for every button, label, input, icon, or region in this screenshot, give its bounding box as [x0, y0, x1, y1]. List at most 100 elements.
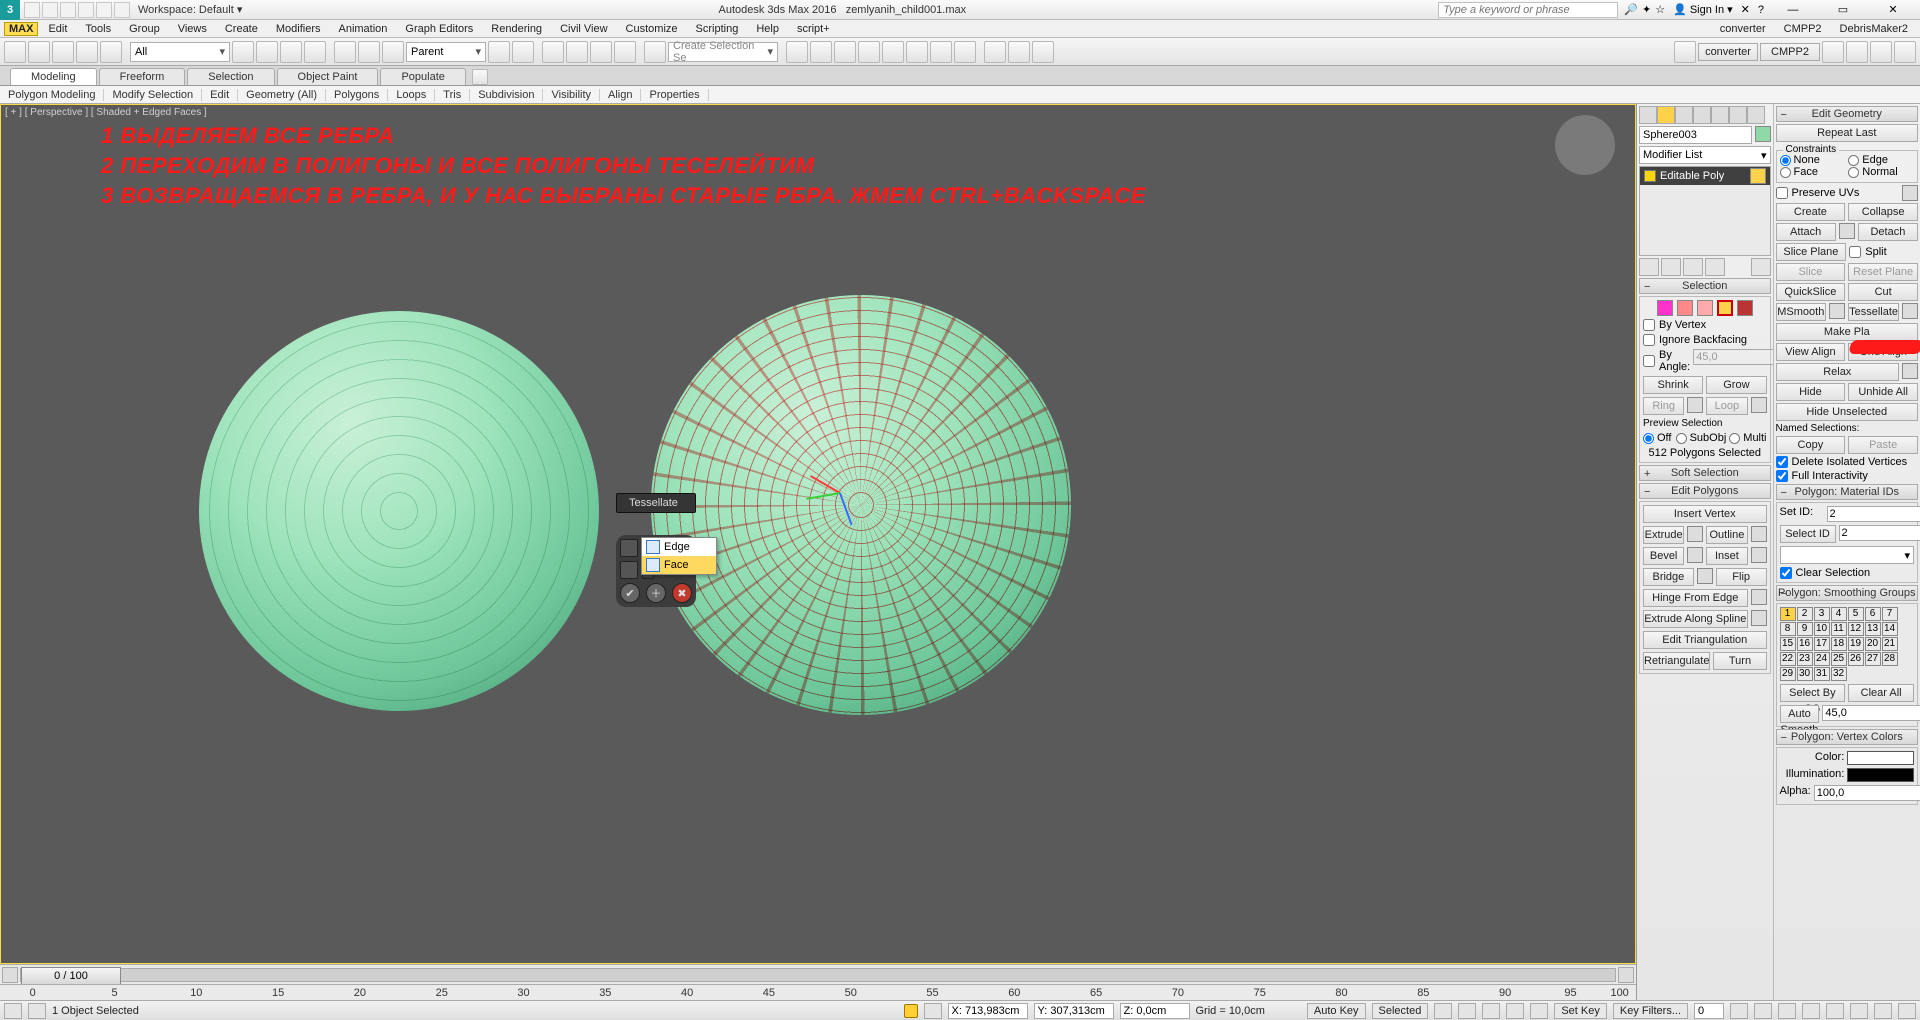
- modify-panel-tab[interactable]: [1657, 106, 1675, 124]
- select-id-button[interactable]: Select ID: [1780, 525, 1836, 543]
- warning-icon[interactable]: [904, 1004, 918, 1018]
- menu-help[interactable]: Help: [748, 23, 787, 35]
- tess-cancel-button[interactable]: ✖: [672, 583, 692, 603]
- constraint-normal-radio[interactable]: Normal: [1848, 166, 1914, 178]
- extrude-along-spline-button[interactable]: Extrude Along Spline: [1643, 610, 1748, 628]
- sg-24[interactable]: 24: [1814, 652, 1830, 666]
- subobj-vertex-icon[interactable]: [1657, 300, 1673, 316]
- panel-polygons[interactable]: Polygons: [326, 89, 388, 101]
- graphite-icon[interactable]: [882, 41, 904, 63]
- paste-named-sel-button[interactable]: Paste: [1848, 436, 1918, 454]
- sg-7[interactable]: 7: [1882, 607, 1898, 621]
- snap-toggle-icon[interactable]: [542, 41, 564, 63]
- panel-subdivision[interactable]: Subdivision: [470, 89, 543, 101]
- bevel-button[interactable]: Bevel: [1643, 547, 1684, 565]
- nav-max-toggle-icon[interactable]: [1898, 1003, 1916, 1019]
- sg-26[interactable]: 26: [1848, 652, 1864, 666]
- key-filters-button[interactable]: Key Filters...: [1613, 1003, 1688, 1019]
- redo-icon[interactable]: [28, 41, 50, 63]
- menu-customize[interactable]: Customize: [618, 23, 686, 35]
- plugin-converter-icon[interactable]: [1674, 41, 1696, 63]
- by-vertex-checkbox[interactable]: By Vertex: [1643, 319, 1767, 331]
- viewport-perspective[interactable]: [ + ] [ Perspective ] [ Shaded + Edged F…: [0, 104, 1636, 964]
- qat-link-icon[interactable]: [114, 2, 130, 18]
- ribbon-expand-icon[interactable]: [472, 69, 488, 85]
- app-logo-icon[interactable]: 3: [0, 0, 20, 20]
- tab-populate[interactable]: Populate: [380, 68, 465, 85]
- turn-button[interactable]: Turn: [1713, 652, 1766, 670]
- rendered-frame-icon[interactable]: [1008, 41, 1030, 63]
- relax-button[interactable]: Relax: [1776, 363, 1899, 381]
- slice-plane-button[interactable]: Slice Plane: [1776, 243, 1847, 261]
- key-mode-selected[interactable]: Selected: [1372, 1003, 1429, 1019]
- maxscript-listener-icon[interactable]: [4, 1003, 22, 1019]
- msmooth-settings-icon[interactable]: [1829, 303, 1845, 319]
- macro-recorder-icon[interactable]: [28, 1003, 46, 1019]
- play-end-icon[interactable]: [1530, 1003, 1548, 1019]
- rollout-vertex-colors[interactable]: −Polygon: Vertex Colors: [1776, 729, 1918, 745]
- panel-align[interactable]: Align: [600, 89, 641, 101]
- sg-18[interactable]: 18: [1831, 637, 1847, 651]
- current-frame-input[interactable]: [1694, 1003, 1724, 1019]
- extra-tool-3-icon[interactable]: [1870, 41, 1892, 63]
- unlink-icon[interactable]: [76, 41, 98, 63]
- move-icon[interactable]: [334, 41, 356, 63]
- attach-button[interactable]: Attach: [1776, 223, 1836, 241]
- material-name-combo[interactable]: ▾: [1780, 546, 1914, 564]
- subscription-icon[interactable]: ✦: [1642, 3, 1651, 16]
- slice-button[interactable]: Slice: [1776, 263, 1846, 281]
- bridge-settings-icon[interactable]: [1697, 568, 1713, 584]
- menu-tools[interactable]: Tools: [77, 23, 119, 35]
- ring-button[interactable]: Ring: [1643, 397, 1684, 415]
- subobj-edge-icon[interactable]: [1677, 300, 1693, 316]
- time-config-icon[interactable]: [1730, 1003, 1748, 1019]
- tess-menu-edge[interactable]: Edge: [642, 538, 716, 556]
- object-name-input[interactable]: [1639, 126, 1752, 144]
- bevel-settings-icon[interactable]: [1687, 547, 1703, 563]
- grow-button[interactable]: Grow: [1706, 376, 1766, 394]
- sg-19[interactable]: 19: [1848, 637, 1864, 651]
- display-panel-tab[interactable]: [1711, 106, 1729, 124]
- coord-y-input[interactable]: [1034, 1003, 1114, 1019]
- preserve-uvs-settings-icon[interactable]: [1902, 185, 1918, 201]
- play-next-icon[interactable]: [1506, 1003, 1524, 1019]
- stack-item-editable-poly[interactable]: Editable Poly: [1640, 167, 1770, 185]
- menu-modifiers[interactable]: Modifiers: [268, 23, 329, 35]
- tess-menu-face[interactable]: Face: [642, 556, 716, 574]
- outline-button[interactable]: Outline: [1706, 526, 1747, 544]
- ignore-backfacing-checkbox[interactable]: Ignore Backfacing: [1643, 334, 1767, 346]
- extra-tool-4-icon[interactable]: [1894, 41, 1916, 63]
- configure-sets-icon[interactable]: [1751, 258, 1771, 276]
- tess-tension-icon[interactable]: [620, 561, 638, 579]
- window-crossing-icon[interactable]: [304, 41, 326, 63]
- auto-smooth-button[interactable]: Auto Smooth: [1780, 705, 1820, 723]
- sphere-object-right-selected[interactable]: [651, 295, 1071, 715]
- menu-edit[interactable]: Edit: [40, 23, 75, 35]
- scale-icon[interactable]: [382, 41, 404, 63]
- menu-cmpp2[interactable]: CMPP2: [1776, 23, 1830, 35]
- reset-plane-button[interactable]: Reset Plane: [1848, 263, 1918, 281]
- tab-object-paint[interactable]: Object Paint: [277, 68, 379, 85]
- select-object-icon[interactable]: [232, 41, 254, 63]
- sg-32[interactable]: 32: [1831, 667, 1847, 681]
- time-thumb[interactable]: 0 / 100: [21, 967, 121, 985]
- make-unique-icon[interactable]: [1683, 258, 1703, 276]
- sg-16[interactable]: 16: [1797, 637, 1813, 651]
- nav-zoom-extents-icon[interactable]: [1826, 1003, 1844, 1019]
- signin-button[interactable]: 👤 Sign In ▾: [1673, 3, 1733, 16]
- qat-save-icon[interactable]: [60, 2, 76, 18]
- modifier-stack[interactable]: Editable Poly: [1639, 166, 1771, 256]
- subobj-element-icon[interactable]: [1737, 300, 1753, 316]
- select-by-name-icon[interactable]: [256, 41, 278, 63]
- set-id-spinner[interactable]: ▲▼: [1827, 506, 1920, 522]
- sg-11[interactable]: 11: [1831, 622, 1847, 636]
- loop-step-icon[interactable]: [1751, 397, 1767, 413]
- sg-3[interactable]: 3: [1814, 607, 1830, 621]
- extra-tool-2-icon[interactable]: [1846, 41, 1868, 63]
- angle-snap-icon[interactable]: [566, 41, 588, 63]
- show-end-result-icon[interactable]: [1661, 258, 1681, 276]
- sg-12[interactable]: 12: [1848, 622, 1864, 636]
- insert-vertex-button[interactable]: Insert Vertex: [1643, 505, 1767, 523]
- rollout-selection[interactable]: −Selection: [1639, 278, 1771, 294]
- communication-icon[interactable]: ✕: [1741, 3, 1750, 16]
